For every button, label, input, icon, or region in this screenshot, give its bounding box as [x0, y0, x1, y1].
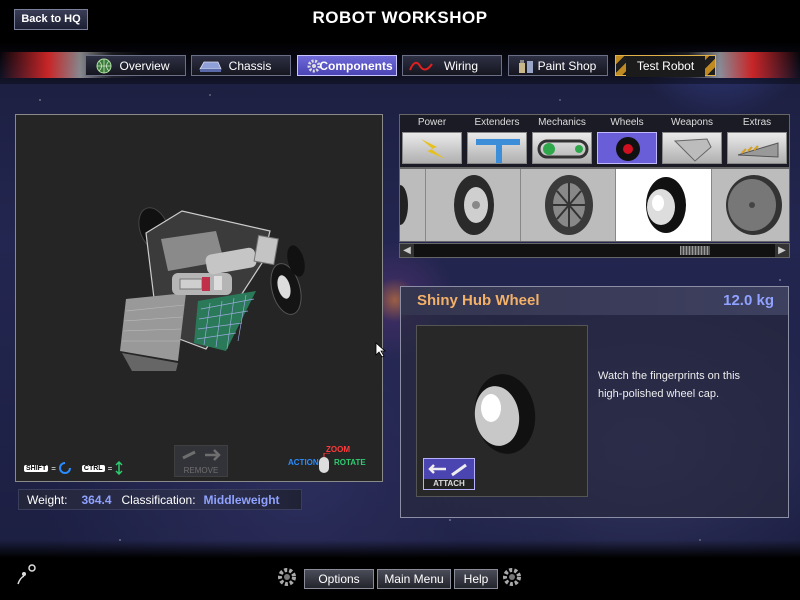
mouse-controls-legend: ZOOM ACTION ROTATE [288, 445, 378, 477]
page-title: ROBOT WORKSHOP [312, 8, 488, 27]
action-label: ACTION [288, 458, 319, 467]
category-power-label: Power [417, 117, 447, 128]
shift-key-label: SHIFT [24, 464, 49, 472]
category-extras[interactable]: Extras [725, 115, 789, 167]
wrench-arrow-icon [182, 449, 221, 461]
part-wheel-partial[interactable] [400, 169, 426, 241]
tab-paint-shop-label: Paint Shop [537, 59, 597, 73]
part-wheel-knobby[interactable] [426, 169, 521, 241]
tab-wiring[interactable]: Wiring [402, 55, 502, 76]
part-wheel-spoked[interactable] [521, 169, 616, 241]
scroll-left-arrow-icon[interactable]: ◀ [400, 244, 414, 257]
category-wheels[interactable]: Wheels [595, 115, 659, 167]
gear-icon [503, 568, 521, 586]
category-weapons[interactable]: Weapons [660, 115, 724, 167]
blade-icon [673, 138, 712, 162]
tab-wiring-label: Wiring [443, 59, 478, 73]
category-mechanics-label: Mechanics [538, 117, 586, 128]
part-wheel-solid[interactable] [712, 169, 789, 241]
category-extras-label: Extras [742, 117, 772, 128]
wedge-icon [737, 142, 779, 158]
help-button[interactable]: Help [454, 569, 498, 589]
parts-scrollbar[interactable]: ◀ ▶ [399, 243, 790, 258]
category-weapons-label: Weapons [670, 117, 714, 128]
lightning-icon [421, 139, 445, 159]
wheel-parts-list [399, 168, 790, 242]
main-menu-button[interactable]: Main Menu [377, 569, 451, 589]
tab-components-label: Components [319, 59, 393, 73]
ctrl-key-label: CTRL [81, 464, 105, 472]
arrow-wrench-icon [428, 463, 467, 477]
classification-label: Classification: [121, 493, 196, 507]
part-detail-panel: Shiny Hub Wheel 12.0 kg ATTACH Watch the… [400, 286, 789, 518]
tab-overview[interactable]: Overview [85, 55, 186, 76]
mouse-cursor-icon [375, 342, 387, 358]
attach-label: ATTACH [424, 479, 474, 489]
options-button[interactable]: Options [304, 569, 374, 589]
wheel-thumbnail [454, 175, 494, 235]
wheel-thumbnail [646, 177, 686, 233]
scrollbar-thumb[interactable] [680, 246, 710, 255]
remove-button[interactable]: REMOVE [174, 445, 228, 477]
part-name: Shiny Hub Wheel [417, 292, 540, 309]
tab-overview-label: Overview [119, 59, 170, 73]
scroll-right-arrow-icon[interactable]: ▶ [775, 244, 789, 257]
weight-label: Weight: [27, 493, 68, 507]
category-mechanics[interactable]: Mechanics [530, 115, 594, 167]
category-extenders[interactable]: Extenders [465, 115, 529, 167]
classification-value: Middleweight [203, 493, 280, 507]
category-wheels-label: Wheels [610, 117, 644, 128]
robot-stats-bar: Weight: 364.4 Classification: Middleweight [18, 489, 302, 510]
logo-icon [17, 564, 36, 585]
vertical-arrow-icon [115, 461, 123, 475]
weight-value: 364.4 [81, 493, 112, 507]
rotate-arrow-icon [58, 462, 71, 474]
component-categories: Power Extenders Mechanics Wheels Weapons… [399, 114, 790, 168]
category-extenders-label: Extenders [474, 117, 520, 128]
robot-model[interactable] [106, 181, 306, 371]
tab-chassis-label: Chassis [228, 59, 272, 73]
controls-hint: SHIFT = CTRL = [24, 461, 123, 475]
tab-test-robot-label: Test Robot [626, 56, 705, 77]
rotate-label: ROTATE [334, 458, 366, 467]
gear-icon [278, 568, 296, 586]
wheel-thumbnail [400, 185, 408, 225]
wheel-icon [616, 137, 640, 161]
attach-button[interactable]: ATTACH [423, 458, 475, 490]
part-preview: ATTACH [416, 325, 588, 497]
extender-icon [476, 139, 520, 163]
remove-label: REMOVE [183, 466, 219, 475]
mouse-icon [319, 453, 330, 473]
tab-paint-shop[interactable]: Paint Shop [508, 55, 608, 76]
wheel-thumbnail [726, 175, 782, 235]
part-shiny-hub-wheel[interactable] [616, 169, 712, 241]
category-power[interactable]: Power [400, 115, 464, 167]
tab-test-robot[interactable]: Test Robot [615, 55, 716, 77]
part-weight: 12.0 kg [723, 292, 774, 309]
chain-icon [537, 139, 589, 159]
part-description: Watch the fingerprints on this high-poli… [598, 370, 741, 400]
tab-chassis[interactable]: Chassis [191, 55, 291, 76]
robot-3d-viewport[interactable]: SHIFT = CTRL = REMOVE ZOOM ACTION ROTATE [15, 114, 383, 482]
tab-components[interactable]: Components [297, 55, 397, 76]
wheel-thumbnail [545, 175, 593, 235]
